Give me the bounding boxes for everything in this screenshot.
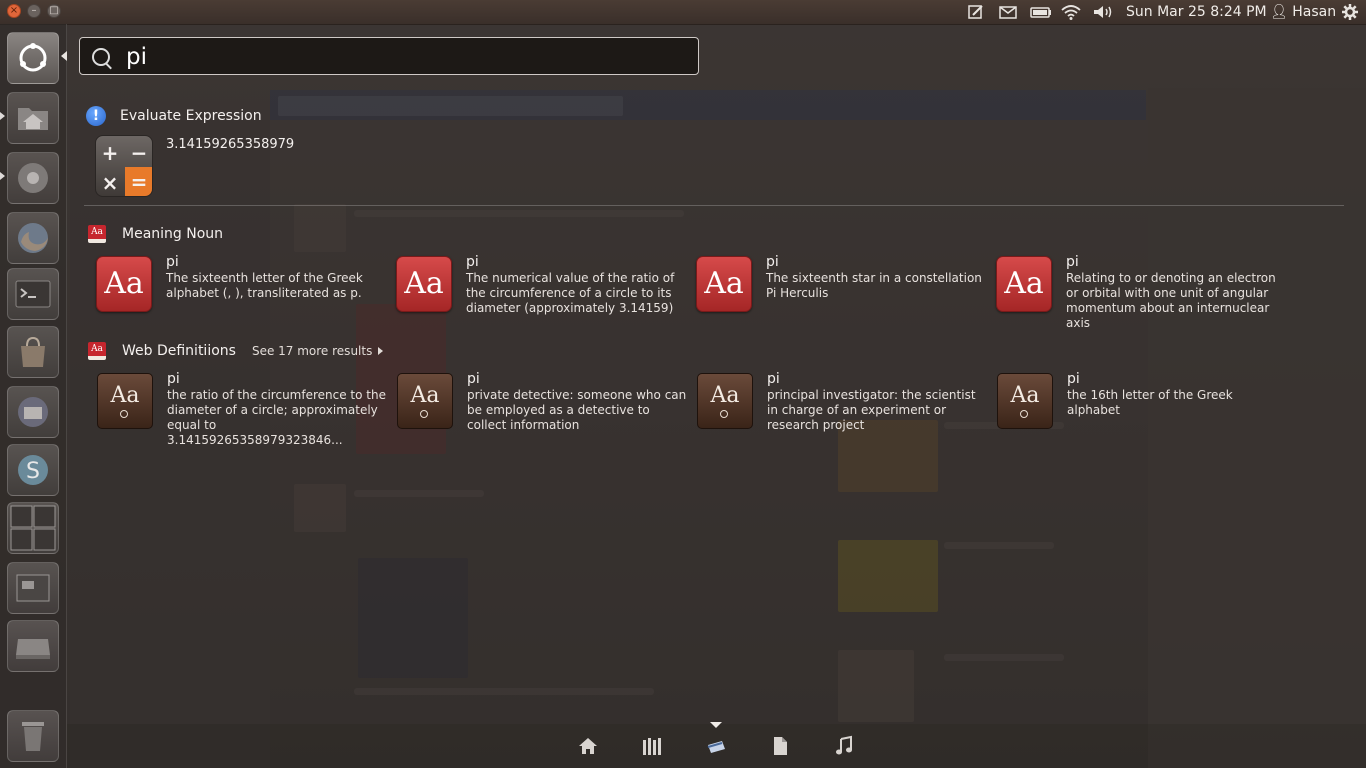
web-result-item[interactable]: Aa pi principal investigator: the scient…: [697, 371, 987, 433]
terminal-launcher-item[interactable]: [7, 268, 59, 320]
workspace-switcher-item[interactable]: [7, 502, 59, 554]
chevron-right-icon: [378, 347, 384, 355]
chromium-launcher-item[interactable]: [7, 152, 59, 204]
result-description: the 16th letter of the Greek alphabet: [1067, 388, 1233, 417]
evaluate-expression-header: ! Evaluate Expression: [86, 105, 262, 127]
dictionary-book-icon: Aa: [997, 373, 1053, 429]
dictionary-icon: Aa: [696, 256, 752, 312]
result-title: pi: [467, 371, 480, 387]
result-title: pi: [166, 254, 179, 270]
svg-text:S: S: [26, 459, 40, 484]
thunderbird-launcher-item[interactable]: [7, 386, 59, 438]
result-description: The numerical value of the ratio of the …: [466, 271, 675, 315]
top-panel: × – □ Sun Mar 25 8:24 PM 👤︎ Hasan: [0, 0, 1366, 25]
wifi-icon[interactable]: [1060, 3, 1082, 21]
minimize-window-button[interactable]: –: [27, 4, 41, 18]
see-more-results-link[interactable]: See 17 more results: [251, 344, 384, 358]
dash-search-box[interactable]: [79, 37, 699, 75]
result-title: pi: [766, 254, 779, 270]
launcher: S: [0, 24, 67, 768]
equals-icon: =: [125, 167, 152, 196]
dictionary-book-icon: Aa: [697, 373, 753, 429]
result-title: pi: [167, 371, 180, 387]
files-lens-icon[interactable]: [769, 735, 791, 757]
user-name: Hasan: [1292, 4, 1337, 20]
maximize-window-button[interactable]: □: [47, 4, 61, 18]
evaluation-result[interactable]: 3.14159265358979: [166, 137, 294, 152]
home-lens-icon[interactable]: [577, 735, 599, 757]
dictionary-lens-icon[interactable]: [705, 735, 727, 757]
result-title: pi: [466, 254, 479, 270]
files-launcher-item[interactable]: [7, 92, 59, 144]
group-divider: [84, 205, 1344, 206]
web-result-item[interactable]: Aa pi private detective: someone who can…: [397, 371, 687, 433]
trash-launcher-item[interactable]: [7, 710, 59, 762]
mail-icon[interactable]: [997, 3, 1019, 21]
group-title: Evaluate Expression: [120, 108, 262, 124]
gear-icon[interactable]: [1340, 3, 1360, 21]
meaning-result-item[interactable]: Aa pi The sixteenth star in a constellat…: [696, 254, 986, 316]
dictionary-icon: Aa: [88, 342, 106, 360]
dash-active-arrow: [61, 51, 67, 61]
software-center-launcher-item[interactable]: [7, 326, 59, 378]
running-indicator: [0, 172, 5, 180]
web-result-item[interactable]: Aa pi the 16th letter of the Greek alpha…: [997, 371, 1287, 433]
search-input[interactable]: [124, 41, 688, 73]
dictionary-icon: Aa: [96, 256, 152, 312]
group-title: Web Definitiions: [122, 343, 236, 359]
running-indicator: [0, 112, 5, 120]
meaning-noun-header: Aa Meaning Noun: [88, 223, 223, 245]
web-definitions-header: Aa Web Definitiions See 17 more results: [88, 340, 384, 362]
skype-launcher-item[interactable]: S: [7, 444, 59, 496]
window-switcher-item[interactable]: [7, 562, 59, 614]
close-window-button[interactable]: ×: [7, 4, 21, 18]
result-description: principal investigator: the scientist in…: [767, 388, 976, 432]
dictionary-icon: Aa: [396, 256, 452, 312]
see-more-label: See 17 more results: [251, 344, 373, 358]
calculator-icon[interactable]: + − × =: [95, 135, 153, 197]
result-description: The sixteenth letter of the Greek alphab…: [166, 271, 363, 300]
meaning-result-item[interactable]: Aa pi Relating to or denoting an electro…: [996, 254, 1286, 330]
active-lens-arrow: [710, 722, 722, 728]
dictionary-book-icon: Aa: [97, 373, 153, 429]
web-result-item[interactable]: Aa pi the ratio of the circumference to …: [97, 371, 387, 447]
dictionary-book-icon: Aa: [397, 373, 453, 429]
minus-icon: −: [130, 141, 148, 165]
times-icon: ×: [101, 171, 119, 195]
result-description: Relating to or denoting an electron or o…: [1066, 271, 1276, 330]
result-description: The sixteenth star in a constellation Pi…: [766, 271, 982, 300]
drive-launcher-item[interactable]: [7, 620, 59, 672]
user-menu[interactable]: 👤︎ Hasan: [1270, 3, 1336, 21]
group-title: Meaning Noun: [122, 226, 224, 242]
result-title: pi: [1066, 254, 1079, 270]
dash-home-button[interactable]: [7, 32, 59, 84]
plus-icon: +: [101, 141, 119, 165]
info-icon: !: [86, 106, 106, 126]
gwibber-icon[interactable]: [966, 3, 986, 21]
user-icon: 👤︎: [1270, 4, 1288, 20]
applications-lens-icon[interactable]: [641, 735, 663, 757]
result-description: the ratio of the circumference to the di…: [167, 388, 386, 447]
dictionary-icon: Aa: [88, 225, 106, 243]
firefox-launcher-item[interactable]: [7, 212, 59, 264]
result-title: pi: [767, 371, 780, 387]
music-lens-icon[interactable]: [833, 735, 855, 757]
search-icon: [92, 48, 110, 66]
meaning-result-item[interactable]: Aa pi The numerical value of the ratio o…: [396, 254, 686, 316]
clock[interactable]: Sun Mar 25 8:24 PM: [1126, 3, 1267, 21]
dictionary-icon: Aa: [996, 256, 1052, 312]
result-description: private detective: someone who can be em…: [467, 388, 687, 432]
battery-icon[interactable]: [1029, 3, 1053, 21]
volume-icon[interactable]: [1092, 3, 1114, 21]
meaning-result-item[interactable]: Aa pi The sixteenth letter of the Greek …: [96, 254, 386, 316]
result-title: pi: [1067, 371, 1080, 387]
